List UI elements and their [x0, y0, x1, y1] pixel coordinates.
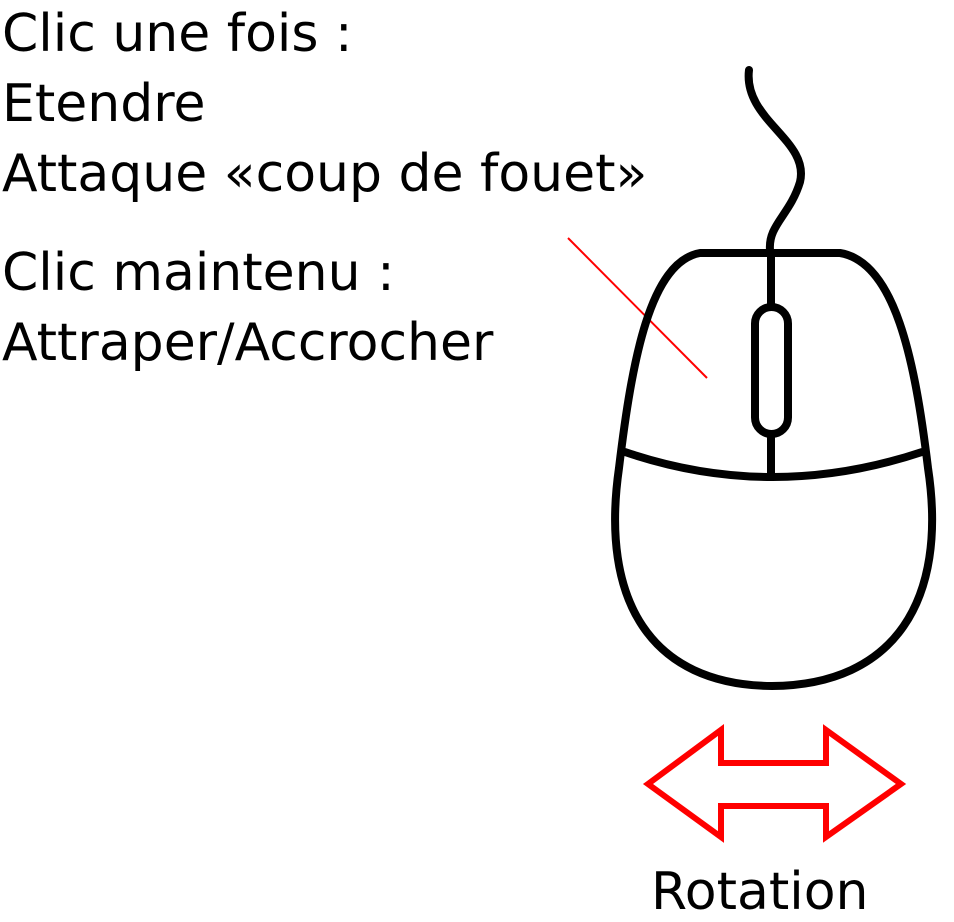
- scroll-wheel: [751, 303, 792, 438]
- double-headed-arrow-icon: [642, 724, 907, 843]
- computer-mouse-icon: [611, 66, 937, 690]
- diagram-artwork: [567, 66, 937, 843]
- mouse-cable: [744, 66, 805, 254]
- rotation-label: Rotation: [651, 862, 869, 922]
